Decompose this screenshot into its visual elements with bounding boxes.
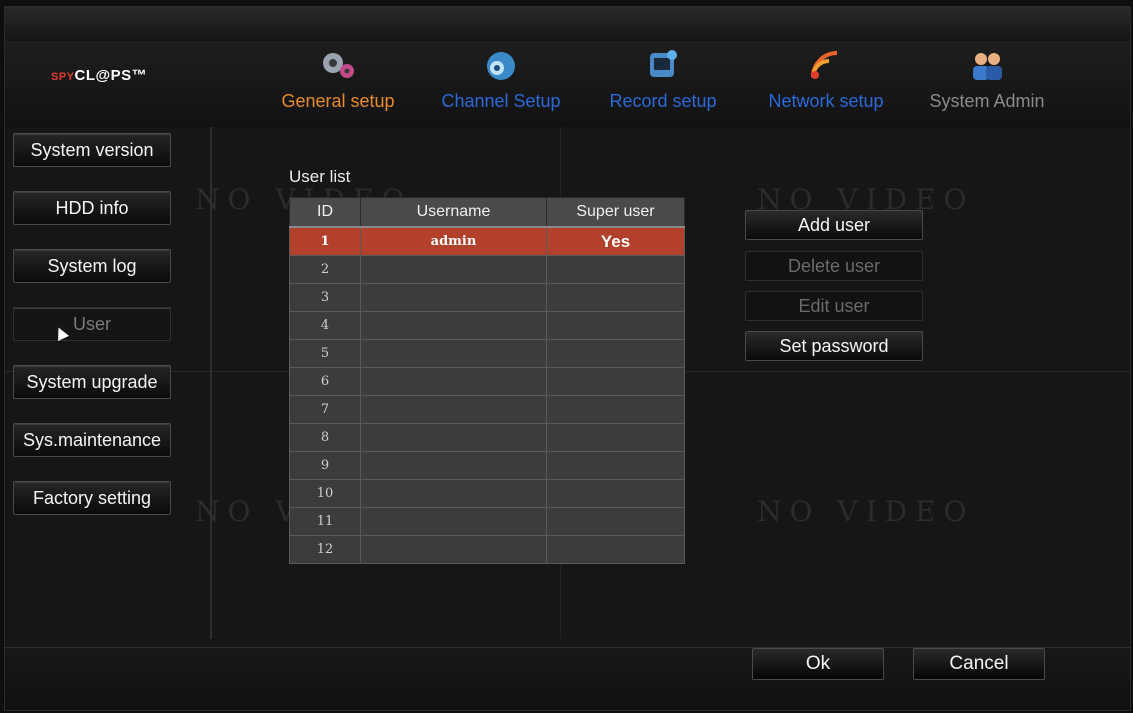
tab-channel-setup[interactable]: Channel Setup	[435, 45, 567, 121]
table-row[interactable]: 1 admin Yes	[289, 226, 685, 256]
username-cell	[360, 283, 547, 312]
cancel-button[interactable]: Cancel	[913, 648, 1045, 680]
username-cell	[360, 339, 547, 368]
no-video-watermark: NO VIDEO	[757, 495, 975, 528]
super-user-cell	[546, 451, 685, 480]
sidebar-item-hdd-info[interactable]: HDD info	[13, 191, 171, 225]
sidebar-divider	[210, 127, 212, 639]
delete-user-button[interactable]: Delete user	[745, 251, 923, 281]
table-row[interactable]: 9	[289, 451, 685, 480]
column-header-id: ID	[289, 197, 361, 228]
wifi-icon	[811, 51, 838, 79]
super-user-cell	[546, 311, 685, 340]
ok-button[interactable]: Ok	[752, 648, 884, 680]
table-row[interactable]: 11	[289, 507, 685, 536]
super-user-cell	[546, 367, 685, 396]
sidebar-item-user[interactable]: User	[13, 307, 171, 341]
super-user-cell	[546, 255, 685, 284]
user-id-cell: 2	[289, 255, 361, 284]
column-header-super-user: Super user	[546, 197, 685, 228]
table-row[interactable]: 8	[289, 423, 685, 452]
username-cell	[360, 479, 547, 508]
username-cell	[360, 535, 547, 564]
user-id-cell: 8	[289, 423, 361, 452]
sidebar-item-system-version[interactable]: System version	[13, 133, 171, 167]
table-row[interactable]: 4	[289, 311, 685, 340]
sidebar-item-factory-setting[interactable]: Factory setting	[13, 481, 171, 515]
user-id-cell: 9	[289, 451, 361, 480]
user-id-cell: 6	[289, 367, 361, 396]
super-user-cell	[546, 283, 685, 312]
monitor-record-icon	[650, 50, 677, 77]
table-row[interactable]: 3	[289, 283, 685, 312]
super-user-cell	[546, 507, 685, 536]
user-id-cell: 5	[289, 339, 361, 368]
add-user-button[interactable]: Add user	[745, 210, 923, 240]
top-strip	[5, 7, 1130, 42]
tab-system-admin[interactable]: System Admin	[921, 45, 1053, 121]
username-cell	[360, 507, 547, 536]
user-table: ID Username Super user 1 admin Yes 2 3 4 5 6 7 8 9…	[289, 197, 685, 564]
user-id-cell: 7	[289, 395, 361, 424]
tab-network-setup[interactable]: Network setup	[759, 45, 893, 121]
camera-icon	[487, 52, 515, 80]
set-password-button[interactable]: Set password	[745, 331, 923, 361]
username-cell	[360, 451, 547, 480]
gears-icon	[323, 53, 354, 78]
super-user-cell	[546, 423, 685, 452]
users-icon	[973, 53, 1002, 80]
dvr-window: NO VIDEO NO VIDEO NO VIDEO NO VIDEO SPYC…	[4, 6, 1131, 711]
column-header-username: Username	[360, 197, 547, 228]
super-user-cell	[546, 535, 685, 564]
user-id-cell: 12	[289, 535, 361, 564]
table-header-row: ID Username Super user	[289, 197, 685, 228]
user-id-cell: 10	[289, 479, 361, 508]
sidebar-item-sys-maintenance[interactable]: Sys.maintenance	[13, 423, 171, 457]
table-row[interactable]: 2	[289, 255, 685, 284]
username-cell	[360, 311, 547, 340]
tab-record-setup[interactable]: Record setup	[601, 45, 725, 121]
super-user-cell	[546, 479, 685, 508]
table-row[interactable]: 5	[289, 339, 685, 368]
table-row[interactable]: 12	[289, 535, 685, 564]
super-user-cell: Yes	[546, 226, 685, 256]
username-cell	[360, 395, 547, 424]
tab-general-setup[interactable]: General setup	[273, 45, 403, 121]
super-user-cell	[546, 339, 685, 368]
edit-user-button[interactable]: Edit user	[745, 291, 923, 321]
table-row[interactable]: 6	[289, 367, 685, 396]
username-cell	[360, 255, 547, 284]
user-id-cell: 1	[289, 226, 361, 256]
table-row[interactable]: 10	[289, 479, 685, 508]
user-id-cell: 4	[289, 311, 361, 340]
username-cell	[360, 367, 547, 396]
user-id-cell: 11	[289, 507, 361, 536]
user-id-cell: 3	[289, 283, 361, 312]
username-cell: admin	[360, 226, 547, 256]
sidebar-item-system-log[interactable]: System log	[13, 249, 171, 283]
super-user-cell	[546, 395, 685, 424]
spyclops-logo: SPYCL@PS™	[51, 67, 148, 84]
table-row[interactable]: 7	[289, 395, 685, 424]
user-list-title: User list	[289, 167, 351, 186]
username-cell	[360, 423, 547, 452]
sidebar-item-system-upgrade[interactable]: System upgrade	[13, 365, 171, 399]
